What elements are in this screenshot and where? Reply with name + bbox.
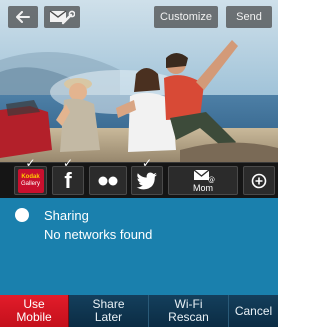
share-twitter[interactable]: ✓ [131, 157, 163, 195]
wifi-rescan-button[interactable]: Wi-Fi Rescan [149, 295, 229, 327]
use-mobile-label-line2: Mobile [16, 310, 52, 324]
add-circle-icon [251, 173, 267, 188]
back-arrow-icon [16, 11, 30, 23]
cancel-label: Cancel [234, 303, 273, 318]
status-circle-icon [15, 208, 29, 222]
send-button[interactable]: Send [226, 6, 272, 28]
twitter-icon [136, 172, 157, 189]
kodak-gallery-icon: Kodak Gallery [17, 168, 44, 193]
kodak-label: Kodak [21, 174, 40, 180]
share-email-mom[interactable]: @ Mom [168, 166, 238, 195]
share-destinations: ✓ Kodak Gallery ✓ f ✓ @ Mom [0, 157, 278, 198]
action-bar: Use Mobile Share Later Wi-Fi Rescan Canc… [0, 295, 278, 327]
selected-check-icon: ✓ [25, 156, 36, 170]
wifi-rescan-label-line2: Rescan [168, 310, 209, 324]
flickr-icon [98, 176, 118, 185]
edit-message-button[interactable] [44, 6, 80, 28]
add-destination-button[interactable] [243, 166, 275, 195]
back-button[interactable] [8, 6, 38, 28]
share-later-label-line2: Later [94, 310, 123, 324]
cancel-button[interactable]: Cancel [229, 295, 278, 327]
customize-button[interactable]: Customize [154, 6, 218, 28]
share-facebook[interactable]: ✓ f [52, 157, 84, 195]
envelope-wrench-icon [49, 10, 75, 25]
use-mobile-button[interactable]: Use Mobile [0, 295, 69, 327]
selected-check-icon: ✓ [62, 156, 74, 170]
share-kodak-gallery[interactable]: ✓ Kodak Gallery [14, 157, 47, 195]
facebook-icon: f [64, 167, 72, 193]
gallery-label: Gallery [20, 181, 40, 187]
share-later-button[interactable]: Share Later [69, 295, 149, 327]
selected-check-icon: ✓ [141, 156, 153, 170]
photo-preview: Customize Send ✓ Kodak Gallery ✓ f ✓ @ M… [0, 0, 278, 198]
email-recipient-label: Mom [193, 182, 213, 193]
sharing-status-panel: Sharing No networks found [0, 198, 278, 295]
status-message: No networks found [44, 227, 153, 242]
svg-text:@: @ [208, 176, 215, 183]
status-title: Sharing [44, 208, 89, 223]
share-flickr[interactable] [89, 166, 127, 195]
email-icon: @ [193, 168, 215, 183]
share-screen: Customize Send ✓ Kodak Gallery ✓ f ✓ @ M… [0, 0, 278, 327]
